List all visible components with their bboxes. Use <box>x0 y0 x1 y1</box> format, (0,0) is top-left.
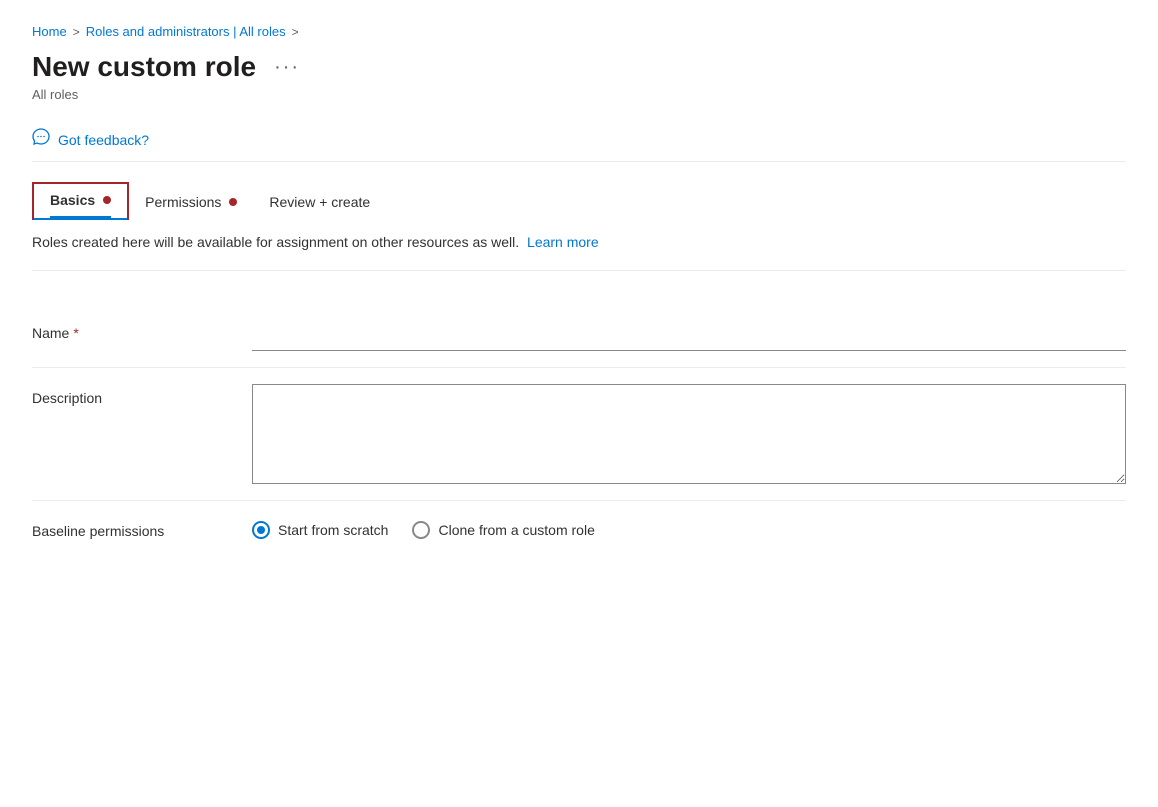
feedback-icon <box>32 128 50 151</box>
tab-permissions[interactable]: Permissions <box>129 186 253 220</box>
learn-more-link[interactable]: Learn more <box>527 234 599 250</box>
breadcrumb-home[interactable]: Home <box>32 24 67 39</box>
radio-scratch-label: Start from scratch <box>278 522 388 538</box>
info-banner: Roles created here will be available for… <box>32 220 1126 271</box>
radio-scratch-input[interactable] <box>252 521 270 539</box>
feedback-label: Got feedback? <box>58 132 149 148</box>
breadcrumb: Home > Roles and administrators | All ro… <box>32 24 1126 39</box>
radio-clone[interactable]: Clone from a custom role <box>412 521 594 539</box>
info-banner-text: Roles created here will be available for… <box>32 234 519 250</box>
radio-clone-label: Clone from a custom role <box>438 522 594 538</box>
ellipsis-button[interactable]: ··· <box>268 54 306 81</box>
tabs-container: Basics Permissions Review + create <box>32 182 1126 220</box>
breadcrumb-separator-1: > <box>73 25 80 39</box>
description-row: Description <box>32 368 1126 500</box>
tab-basics-label: Basics <box>50 192 95 208</box>
breadcrumb-roles[interactable]: Roles and administrators | All roles <box>86 24 286 39</box>
tab-permissions-error <box>229 198 237 206</box>
baseline-permissions-row: Baseline permissions Start from scratch … <box>32 501 1126 555</box>
name-label: Name * <box>32 319 252 341</box>
breadcrumb-separator-2: > <box>292 25 299 39</box>
name-row: Name * <box>32 303 1126 367</box>
baseline-radio-group: Start from scratch Clone from a custom r… <box>252 517 595 539</box>
baseline-label: Baseline permissions <box>32 517 252 539</box>
description-label: Description <box>32 384 252 406</box>
page-title-row: New custom role ··· <box>32 51 1126 83</box>
tab-basics[interactable]: Basics <box>32 182 129 220</box>
page-title: New custom role <box>32 51 256 83</box>
name-input[interactable] <box>252 319 1126 351</box>
page-subtitle: All roles <box>32 87 1126 102</box>
description-input[interactable] <box>252 384 1126 484</box>
tab-review-create[interactable]: Review + create <box>253 186 386 220</box>
feedback-row[interactable]: Got feedback? <box>32 118 1126 162</box>
tab-review-create-label: Review + create <box>269 194 370 210</box>
tab-permissions-label: Permissions <box>145 194 221 210</box>
radio-scratch[interactable]: Start from scratch <box>252 521 388 539</box>
radio-clone-input[interactable] <box>412 521 430 539</box>
name-required-star: * <box>73 325 78 341</box>
tab-basics-error <box>103 196 111 204</box>
form-section: Name * Description Baseline permissions … <box>32 303 1126 555</box>
